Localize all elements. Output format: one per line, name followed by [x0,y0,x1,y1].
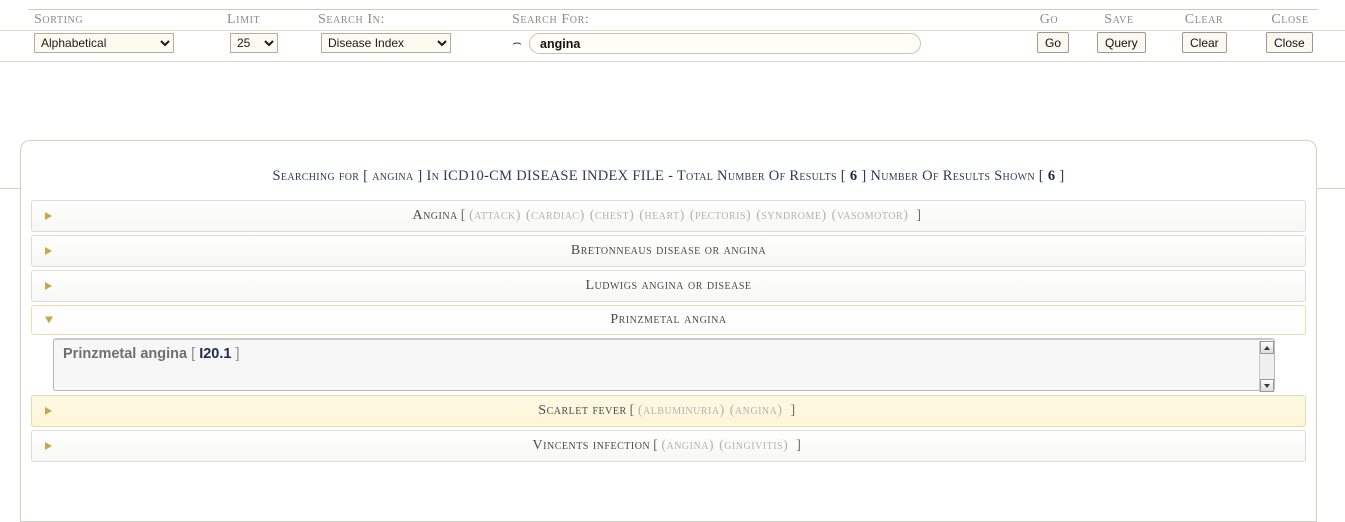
limit-label: Limit [227,12,261,27]
result-row-text: Bretonneaus disease or angina [32,236,1305,266]
result-row-text: Scarlet fever[(albuminuria) (angina)] [32,396,1305,426]
bracket-open: [ [629,403,635,418]
go-label: Go [1039,12,1059,27]
search-for-label-wrap: Search For: [512,12,589,28]
scroll-up-icon[interactable] [1260,341,1274,354]
go-label-wrap: Go [1022,12,1076,28]
bracket-open: [ [653,438,659,453]
result-subterm: (attack) [468,208,521,223]
result-row[interactable]: Angina[(attack) (cardiac) (chest) (heart) (p… [31,200,1306,232]
results-header-middle: ] Number Of Results Shown [ [857,168,1048,184]
chevron-right-icon[interactable] [45,407,52,415]
clear-button-wrap: Clear [1182,32,1227,53]
result-term: Ludwigs angina or disease [585,278,752,293]
result-row-text: Angina[(attack) (cardiac) (chest) (heart) (p… [32,201,1305,231]
chevron-right-icon[interactable] [45,247,52,255]
detail-bracket-open: [ [187,346,200,362]
chevron-down-icon[interactable] [45,316,53,324]
search-in-select[interactable]: Disease Index [321,33,451,53]
result-row[interactable]: Prinzmetal angina [31,305,1306,335]
close-label-wrap: Close [1259,12,1321,28]
result-row[interactable]: Bretonneaus disease or angina [31,235,1306,267]
result-row[interactable]: Ludwigs angina or disease [31,270,1306,302]
results-panel: Searching for [ angina ] In ICD10-CM DIS… [20,140,1317,522]
toolbar-rule-top [28,9,1318,10]
limit-label-wrap: Limit [227,12,260,28]
result-row[interactable]: Vincents infection[(angina) (gingivitis)] [31,430,1306,462]
toolbar-rule-mid [0,30,1345,31]
detail-code-line[interactable]: Prinzmetal angina [ I20.1 ] [63,346,240,362]
result-row-text: Ludwigs angina or disease [32,271,1305,301]
result-subterm: (angina) [661,438,715,453]
query-button-wrap: Query [1097,32,1146,53]
result-term: Bretonneaus disease or angina [570,243,767,258]
detail-term: Prinzmetal angina [63,346,188,362]
bracket-close: ] [796,438,802,453]
result-subterm: (gingivitis) [719,438,789,453]
result-subterm: (syndrome) [756,208,827,223]
result-subterm: (angina) [729,403,783,418]
result-subterm: (chest) [589,208,635,223]
sorting-label: Sorting [34,12,84,27]
sorting-select[interactable]: Alphabetical [34,33,174,53]
close-button-wrap: Close [1266,32,1313,53]
top-toolbar: Sorting Alphabetical Limit 25 Search In:… [0,0,1345,62]
limit-select[interactable]: 25 [230,33,278,53]
result-row-text: Vincents infection[(angina) (gingivitis)] [32,431,1305,461]
results-list: Angina[(attack) (cardiac) (chest) (heart) (p… [21,200,1316,462]
detail-icd-code[interactable]: I20.1 [199,346,231,362]
result-subterm: (albuminuria) [637,403,725,418]
save-label: Save [1104,12,1134,27]
search-input[interactable] [529,33,921,54]
detail-bracket-close: ] [231,346,240,362]
selected-codes-bar: Selected Codes [0,62,1345,189]
search-in-select-wrap: Disease Index [321,33,451,53]
sorting-label-wrap: Sorting [34,12,83,28]
scroll-down-icon[interactable] [1260,379,1274,392]
tilde-icon: ⌢ [512,36,522,50]
clear-label: Clear [1184,12,1224,27]
limit-select-wrap: 25 [230,33,278,53]
result-term: Scarlet fever [538,403,627,418]
save-label-wrap: Save [1090,12,1148,28]
save-query-button[interactable]: Query [1097,32,1146,53]
clear-button[interactable]: Clear [1182,32,1227,53]
result-row[interactable]: Scarlet fever[(albuminuria) (angina)] [31,395,1306,427]
result-subterm: (cardiac) [525,208,585,223]
bracket-open: [ [460,208,466,223]
bracket-close: ] [790,403,796,418]
results-header: Searching for [ angina ] In ICD10-CM DIS… [21,168,1316,185]
search-in-label: Search In: [318,12,385,27]
chevron-right-icon[interactable] [45,282,52,290]
close-label: Close [1271,12,1309,27]
result-subterm: (pectoris) [689,208,752,223]
result-subterm: (heart) [639,208,685,223]
close-button[interactable]: Close [1266,32,1313,53]
go-button[interactable]: Go [1037,32,1070,53]
chevron-right-icon[interactable] [45,442,52,450]
sorting-select-wrap: Alphabetical [34,33,174,53]
result-term: Prinzmetal angina [610,312,727,327]
clear-label-wrap: Clear [1174,12,1234,28]
chevron-right-icon[interactable] [45,212,52,220]
result-term: Angina [412,208,458,223]
result-row-text: Prinzmetal angina [32,306,1305,334]
result-detail-panel: Prinzmetal angina [ I20.1 ] [53,338,1275,392]
result-subterm: (vasomotor) [831,208,909,223]
bracket-close: ] [916,208,922,223]
results-header-suffix: ] [1055,168,1065,184]
result-term: Vincents infection [532,438,651,453]
search-in-label-wrap: Search In: [318,12,385,28]
results-header-prefix: Searching for [ angina ] In ICD10-CM DIS… [272,168,850,184]
detail-scrollbar[interactable] [1259,341,1274,392]
go-button-wrap: Go [1037,32,1070,53]
scrollbar-track[interactable] [1260,354,1274,379]
search-for-label: Search For: [512,12,590,27]
